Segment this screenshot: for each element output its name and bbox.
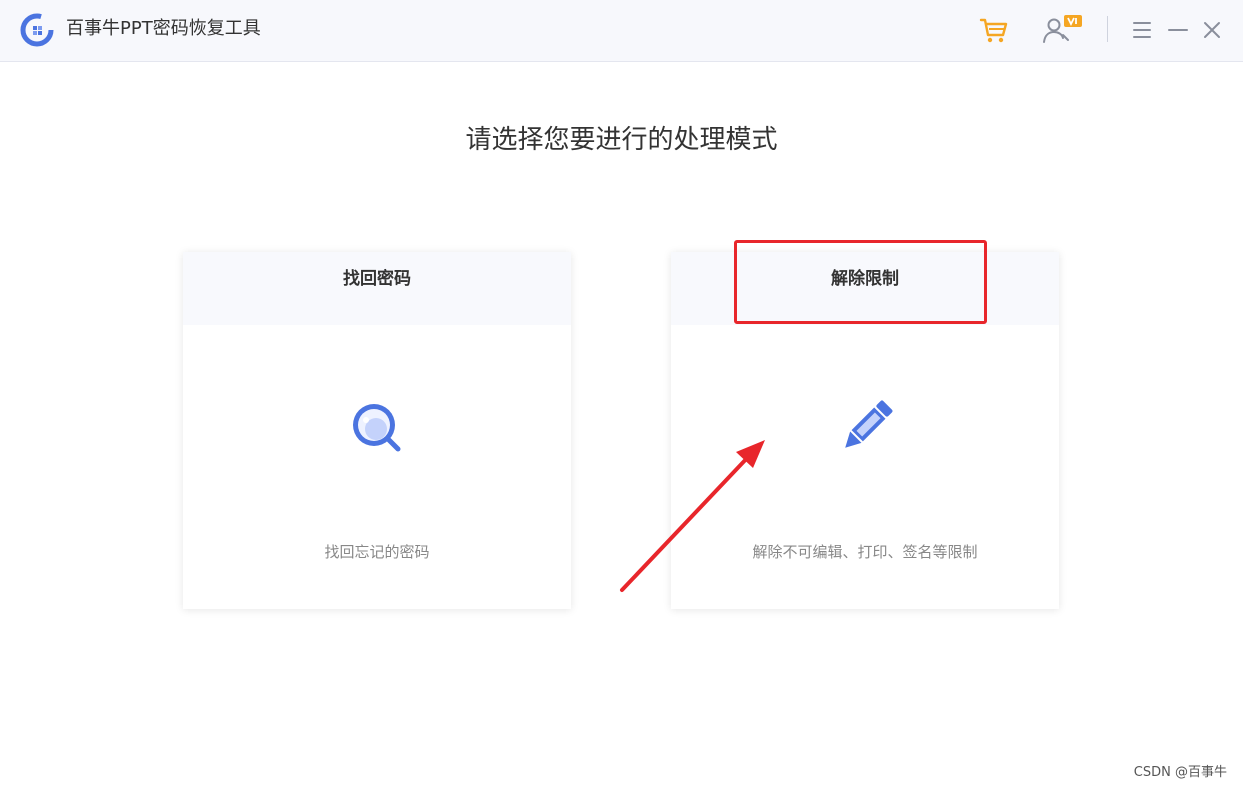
watermark: CSDN @百事牛 [1133, 765, 1227, 780]
minimize-icon[interactable] [1164, 14, 1192, 46]
card-description: 找回忘记的密码 [324, 543, 430, 561]
card-title: 找回密码 [343, 269, 411, 289]
card-header: 找回密码 [183, 252, 571, 325]
pencil-icon [845, 400, 893, 448]
close-icon[interactable] [1198, 14, 1226, 46]
menu-icon[interactable] [1128, 14, 1156, 46]
app-logo-icon [20, 13, 54, 47]
cart-icon[interactable] [978, 14, 1010, 46]
app-window: 百事牛PPT密码恢复工具 请选择您要进行的处理模式 找回密码 找回忘记的密码 解… [0, 0, 1243, 792]
recover-password-card[interactable]: 找回密码 找回忘记的密码 [183, 252, 571, 609]
annotation-highlight-box [734, 240, 987, 324]
app-title: 百事牛PPT密码恢复工具 [66, 18, 261, 39]
page-heading: 请选择您要进行的处理模式 [465, 125, 778, 155]
annotation-arrow-icon [620, 440, 765, 592]
title-bar: 百事牛PPT密码恢复工具 [0, 0, 1243, 62]
magnifier-icon [353, 404, 401, 452]
user-vip-icon[interactable] [1040, 14, 1084, 46]
toolbar-divider [1107, 16, 1108, 42]
